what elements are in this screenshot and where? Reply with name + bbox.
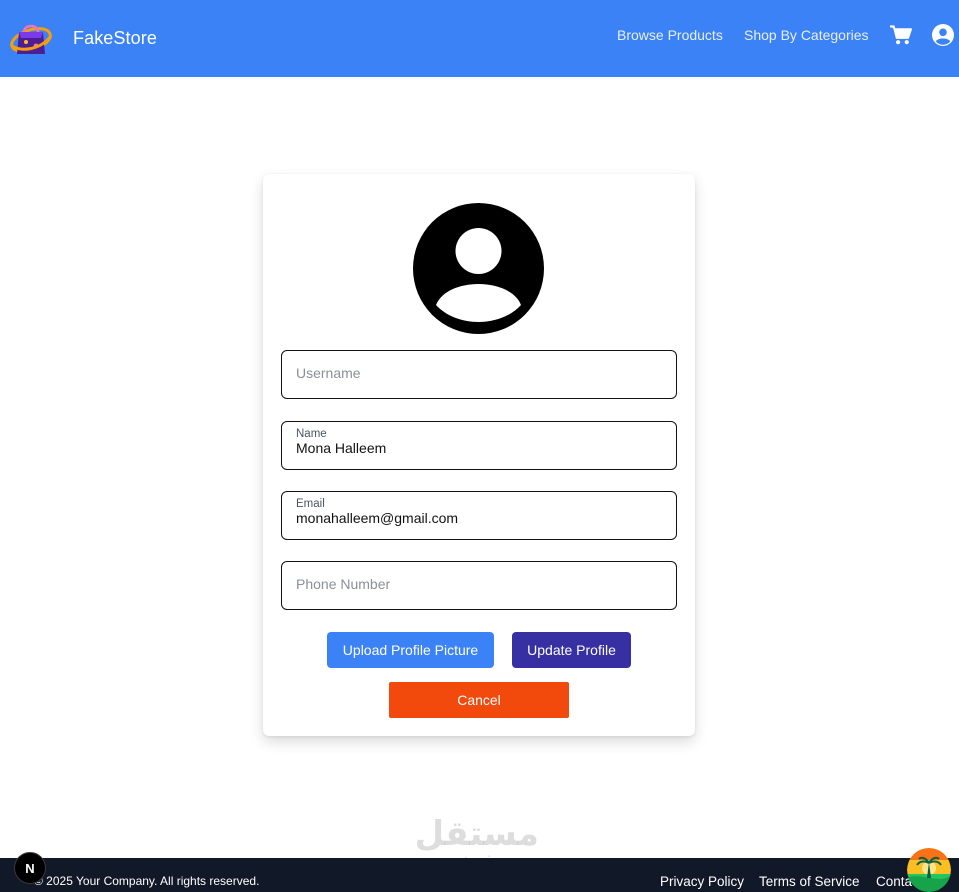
dev-tools-badge[interactable]: N [14, 852, 46, 884]
profile-card: Name Email Upload Profile Picture Update… [263, 174, 695, 736]
watermark-arabic: مستقل [414, 815, 539, 853]
nav-browse-products[interactable]: Browse Products [617, 27, 723, 43]
user-avatar-icon[interactable] [413, 203, 544, 334]
phone-input[interactable] [296, 576, 656, 592]
footer-link-terms[interactable]: Terms of Service [759, 874, 860, 889]
nav-shop-by-categories[interactable]: Shop By Categories [744, 27, 869, 43]
phone-field[interactable] [281, 561, 677, 610]
footer: © 2025 Your Company. All rights reserved… [0, 858, 959, 892]
brand-name[interactable]: FakeStore [73, 28, 157, 49]
name-field[interactable]: Name [281, 421, 677, 470]
email-label: Email [296, 498, 325, 510]
update-profile-button[interactable]: Update Profile [512, 632, 631, 668]
upload-profile-picture-button[interactable]: Upload Profile Picture [327, 632, 494, 668]
name-input[interactable] [296, 440, 656, 456]
footer-link-privacy[interactable]: Privacy Policy [660, 874, 744, 889]
name-label: Name [296, 428, 327, 440]
username-field[interactable] [281, 350, 677, 399]
username-input[interactable] [296, 365, 656, 381]
email-input[interactable] [296, 510, 656, 526]
email-field[interactable]: Email [281, 491, 677, 540]
landscape-avatar-icon[interactable] [907, 848, 951, 892]
cancel-button[interactable]: Cancel [389, 682, 569, 718]
shopping-bag-planet-logo[interactable] [8, 16, 54, 60]
cart-icon[interactable] [889, 24, 912, 46]
user-circle-icon[interactable] [932, 24, 954, 46]
top-navbar: FakeStore Browse Products Shop By Catego… [0, 0, 959, 77]
copyright-text: © 2025 Your Company. All rights reserved… [34, 874, 260, 888]
